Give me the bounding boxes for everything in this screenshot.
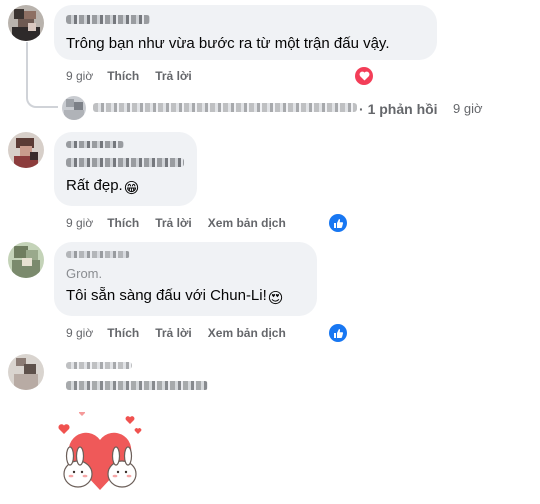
reply-author-redacted[interactable] (93, 103, 357, 112)
author-badge-redacted (66, 158, 184, 167)
timestamp[interactable]: 9 giờ (66, 216, 93, 230)
comment-actions: 9 giờ Thích Trả lời (66, 69, 192, 83)
comment-bubble: Trông bạn như vừa bước ra từ một trận đấ… (54, 5, 437, 60)
avatar[interactable] (8, 354, 44, 390)
sticker-image (58, 411, 142, 490)
reply-timestamp[interactable]: 9 giờ (453, 101, 483, 116)
thread-connector (26, 42, 58, 108)
like-button[interactable]: Thích (107, 69, 139, 83)
author-name-redacted[interactable] (66, 15, 150, 24)
comment-text-body: Tôi sẵn sàng đấu với Chun-Li! (66, 287, 267, 304)
bunnies-heart-sticker[interactable] (52, 411, 148, 498)
avatar-image (8, 354, 44, 390)
comment-text: Tôi sẵn sàng đấu với Chun-Li!😍 (66, 286, 283, 309)
view-replies-link[interactable]: · 1 phản hồi (359, 101, 438, 117)
translate-button[interactable]: Xem bản dịch (208, 326, 286, 340)
comment-text: Rất đẹp.😁 (66, 176, 139, 199)
like-icon[interactable] (329, 324, 347, 342)
reply-button[interactable]: Trả lời (155, 69, 192, 83)
translate-button[interactable]: Xem bản dịch (208, 216, 286, 230)
heart-eyes-emoji-icon: 😍 (267, 290, 284, 307)
author-name-redacted[interactable] (66, 251, 130, 258)
author-name-redacted[interactable] (66, 362, 132, 369)
comment-text-body: Rất đẹp. (66, 177, 123, 194)
comment-bubble: Grom. Tôi sẵn sàng đấu với Chun-Li!😍 (54, 242, 317, 316)
avatar[interactable] (8, 242, 44, 278)
like-icon[interactable] (329, 214, 347, 232)
heart-icon[interactable] (355, 67, 373, 85)
comment-bubble: Rất đẹp.😁 (54, 132, 197, 206)
comment-actions: 9 giờ Thích Trả lời Xem bản dịch (66, 326, 286, 340)
avatar[interactable] (8, 132, 44, 168)
comment-actions: 9 giờ Thích Trả lời Xem bản dịch (66, 216, 286, 230)
avatar-image (8, 132, 44, 168)
timestamp[interactable]: 9 giờ (66, 326, 93, 340)
reply-avatar-image (62, 96, 86, 120)
avatar[interactable] (8, 5, 44, 41)
like-button[interactable]: Thích (107, 216, 139, 230)
reply-button[interactable]: Trả lời (155, 326, 192, 340)
avatar-image (8, 5, 44, 41)
comment-text: Trông bạn như vừa bước ra từ một trận đấ… (66, 35, 390, 52)
comment-text-first-line: Grom. (66, 266, 103, 281)
reply-button[interactable]: Trả lời (155, 216, 192, 230)
author-name-redacted[interactable] (66, 141, 124, 148)
author-badge-redacted (66, 381, 208, 390)
reply-avatar[interactable] (62, 96, 86, 120)
avatar-image (8, 242, 44, 278)
reply-count: 1 phản hồi (367, 101, 438, 117)
separator-dot: · (359, 101, 364, 117)
grinning-emoji-icon: 😁 (123, 180, 140, 197)
timestamp[interactable]: 9 giờ (66, 69, 93, 83)
like-button[interactable]: Thích (107, 326, 139, 340)
